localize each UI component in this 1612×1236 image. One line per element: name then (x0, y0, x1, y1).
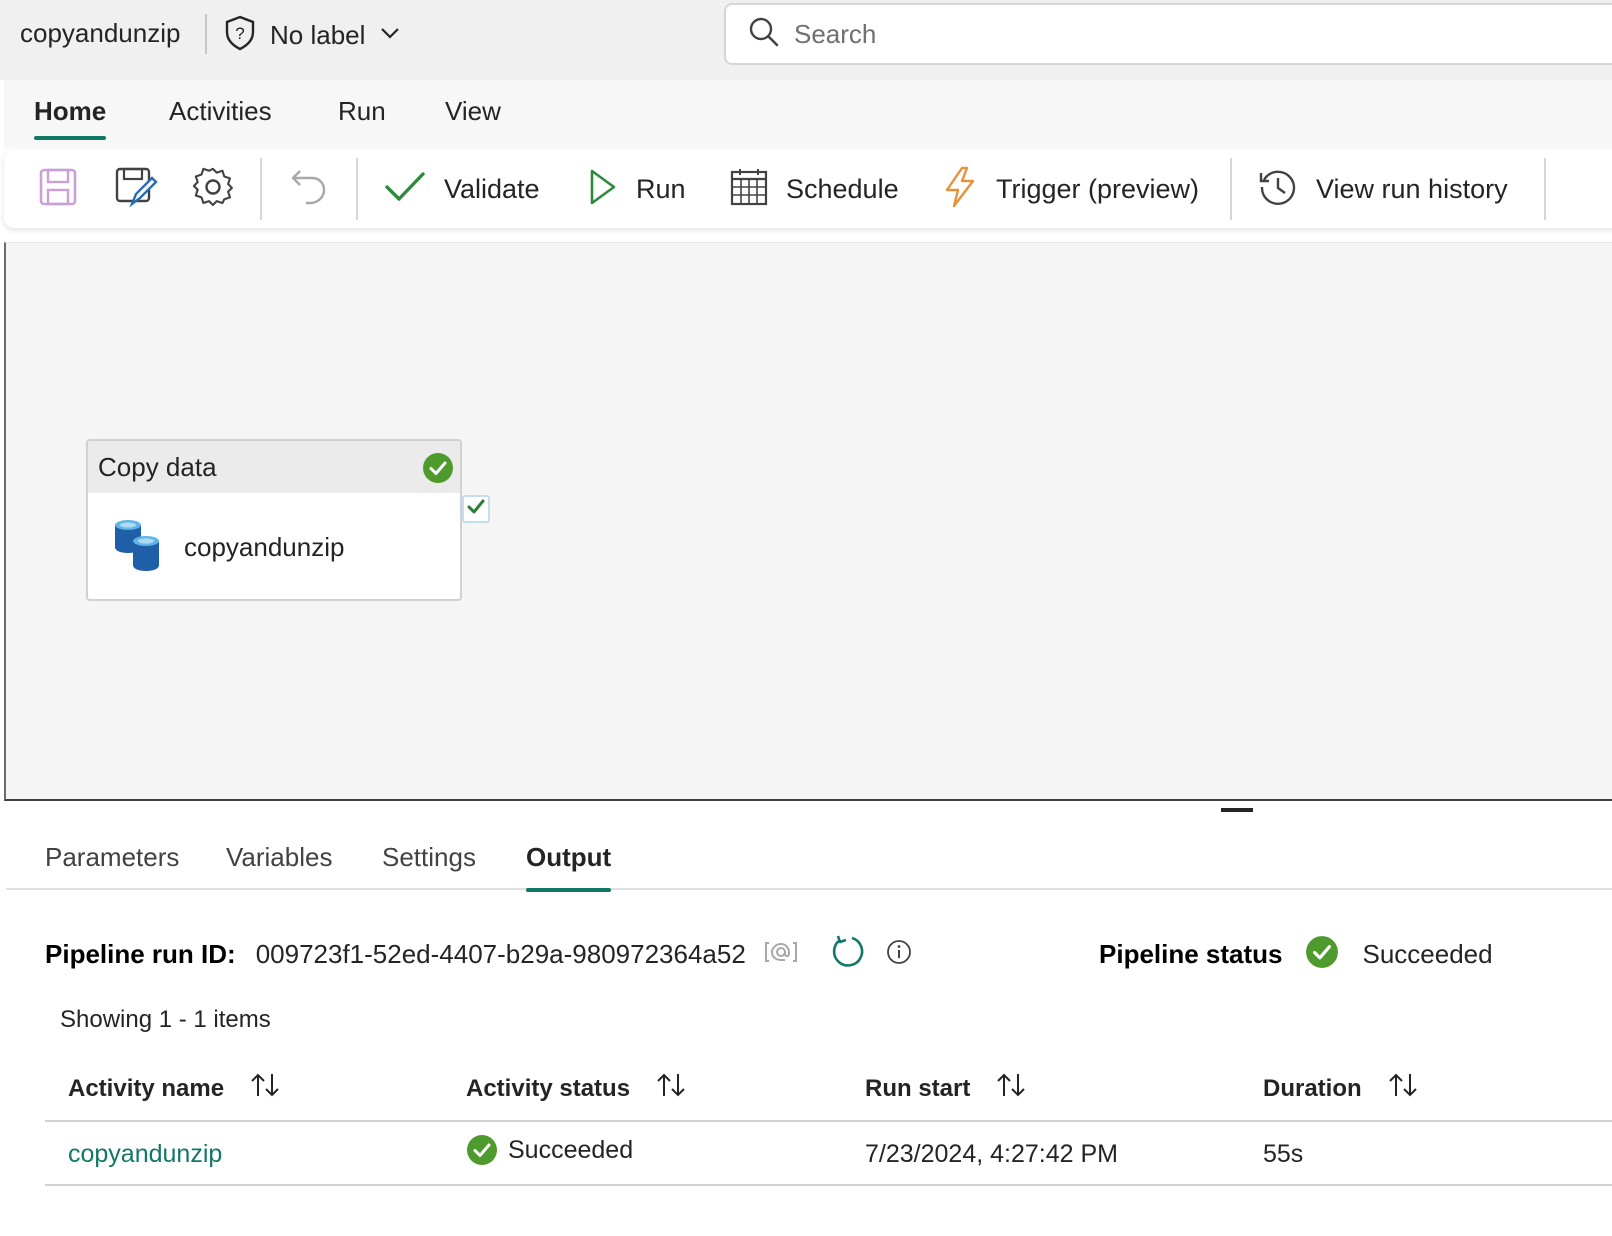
column-header-activity-status[interactable]: Activity status (466, 1072, 686, 1105)
ribbon-tabs: Home Activities Run View (4, 80, 1612, 148)
pipeline-status-label: Pipeline status (1099, 938, 1283, 969)
column-header-label: Run start (865, 1074, 971, 1102)
column-header-label: Activity status (466, 1074, 631, 1102)
column-header-label: Duration (1263, 1074, 1362, 1102)
tab-parameters[interactable]: Parameters (45, 842, 179, 890)
column-header-activity-name[interactable]: Activity name (68, 1072, 280, 1105)
save-button[interactable] (38, 150, 78, 228)
pipeline-status-value: Succeeded (1362, 938, 1493, 969)
view-run-history-label: View run history (1316, 173, 1508, 204)
tab-activities[interactable]: Activities (169, 80, 272, 148)
gear-icon (192, 166, 234, 213)
success-check-icon (466, 1134, 498, 1166)
success-check-icon (1305, 935, 1339, 974)
activity-status-text: Succeeded (508, 1135, 634, 1164)
history-icon (1258, 167, 1298, 212)
column-header-run-start[interactable]: Run start (865, 1072, 1026, 1105)
checkmark-icon (384, 170, 426, 209)
sort-icon (250, 1072, 280, 1105)
sensitivity-label-text: No label (270, 19, 366, 50)
activity-type-label: Copy data (98, 451, 217, 482)
title-divider (205, 14, 207, 54)
undo-button[interactable] (290, 150, 328, 228)
validate-label: Validate (444, 173, 540, 204)
search-input[interactable] (794, 18, 1394, 50)
chevron-down-icon (379, 26, 401, 45)
bottom-panel: Parameters Variables Settings Output Pip… (6, 812, 1612, 1236)
run-label: Run (636, 173, 686, 204)
toolbar-divider (1230, 158, 1232, 220)
edit-save-icon (114, 166, 158, 213)
activity-name-link[interactable]: copyandunzip (68, 1140, 222, 1169)
search-box[interactable] (724, 3, 1612, 65)
tab-home[interactable]: Home (34, 80, 107, 148)
trigger-button[interactable]: Trigger (preview) (942, 150, 1199, 228)
tab-settings[interactable]: Settings (382, 842, 476, 890)
toolbar-divider (260, 158, 262, 220)
run-button[interactable]: Run (588, 150, 686, 228)
save-icon (38, 167, 78, 212)
undo-icon (290, 167, 328, 212)
play-icon (588, 168, 618, 211)
shield-icon: ? (224, 15, 256, 56)
schedule-button[interactable]: Schedule (730, 150, 899, 228)
refresh-icon[interactable] (830, 934, 866, 975)
activity-node-header: Copy data (88, 441, 460, 493)
svg-text:?: ? (235, 24, 244, 43)
calendar-icon (730, 168, 768, 211)
sensitivity-label-dropdown[interactable]: ? No label (224, 14, 401, 56)
table-row[interactable]: copyandunzip Succeeded 7/23/2024, 4:27:4… (45, 1122, 1612, 1186)
copy-data-activity-node[interactable]: Copy data copyandunzip (86, 439, 462, 601)
activity-runs-table: Activity name Activity status Run start … (45, 1056, 1612, 1186)
search-icon (748, 16, 780, 53)
home-toolbar: Validate Run Schedule Trigger (preview) … (4, 150, 1612, 228)
validate-button[interactable]: Validate (384, 150, 540, 228)
activity-name: copyandunzip (184, 532, 345, 562)
tab-variables[interactable]: Variables (226, 842, 332, 890)
pipeline-canvas[interactable]: Copy data copyandunzip (4, 242, 1612, 801)
pipeline-run-id-row: Pipeline run ID: 009723f1-52ed-4407-b29a… (45, 934, 912, 974)
copy-icon[interactable] (764, 940, 798, 969)
panel-tabs: Parameters Variables Settings Output (6, 812, 1612, 892)
pipeline-status-row: Pipeline status Succeeded (1099, 934, 1493, 974)
database-copy-icon (112, 517, 164, 578)
sort-icon (1388, 1072, 1418, 1105)
on-success-output-port[interactable] (462, 495, 490, 523)
settings-button[interactable] (192, 150, 234, 228)
success-check-icon (422, 452, 454, 491)
lightning-icon (942, 166, 978, 213)
toolbar-divider (1544, 158, 1546, 220)
toolbar-divider (356, 158, 358, 220)
duration-cell: 55s (1263, 1140, 1304, 1168)
tab-run[interactable]: Run (338, 80, 386, 148)
items-count-text: Showing 1 - 1 items (60, 1006, 271, 1033)
schedule-label: Schedule (786, 173, 899, 204)
column-header-duration[interactable]: Duration (1263, 1072, 1418, 1105)
save-as-button[interactable] (114, 150, 158, 228)
document-title[interactable]: copyandunzip (20, 18, 180, 49)
pipeline-run-id-label: Pipeline run ID: (45, 938, 236, 969)
sort-icon (656, 1072, 686, 1105)
pipeline-run-id-value: 009723f1-52ed-4407-b29a-980972364a52 (255, 938, 746, 969)
trigger-label: Trigger (preview) (996, 173, 1200, 204)
activity-node-body: copyandunzip (88, 493, 460, 578)
view-run-history-button[interactable]: View run history (1258, 150, 1508, 228)
top-bar: copyandunzip ? No label (0, 0, 1612, 80)
checkmark-icon (467, 499, 485, 520)
info-icon[interactable] (886, 939, 912, 970)
tab-view[interactable]: View (445, 80, 501, 148)
tab-output[interactable]: Output (526, 842, 612, 892)
table-header: Activity name Activity status Run start … (45, 1056, 1612, 1122)
activity-status-cell: Succeeded (466, 1134, 633, 1166)
sort-icon (996, 1072, 1026, 1105)
run-start-cell: 7/23/2024, 4:27:42 PM (865, 1140, 1118, 1168)
column-header-label: Activity name (68, 1074, 225, 1102)
